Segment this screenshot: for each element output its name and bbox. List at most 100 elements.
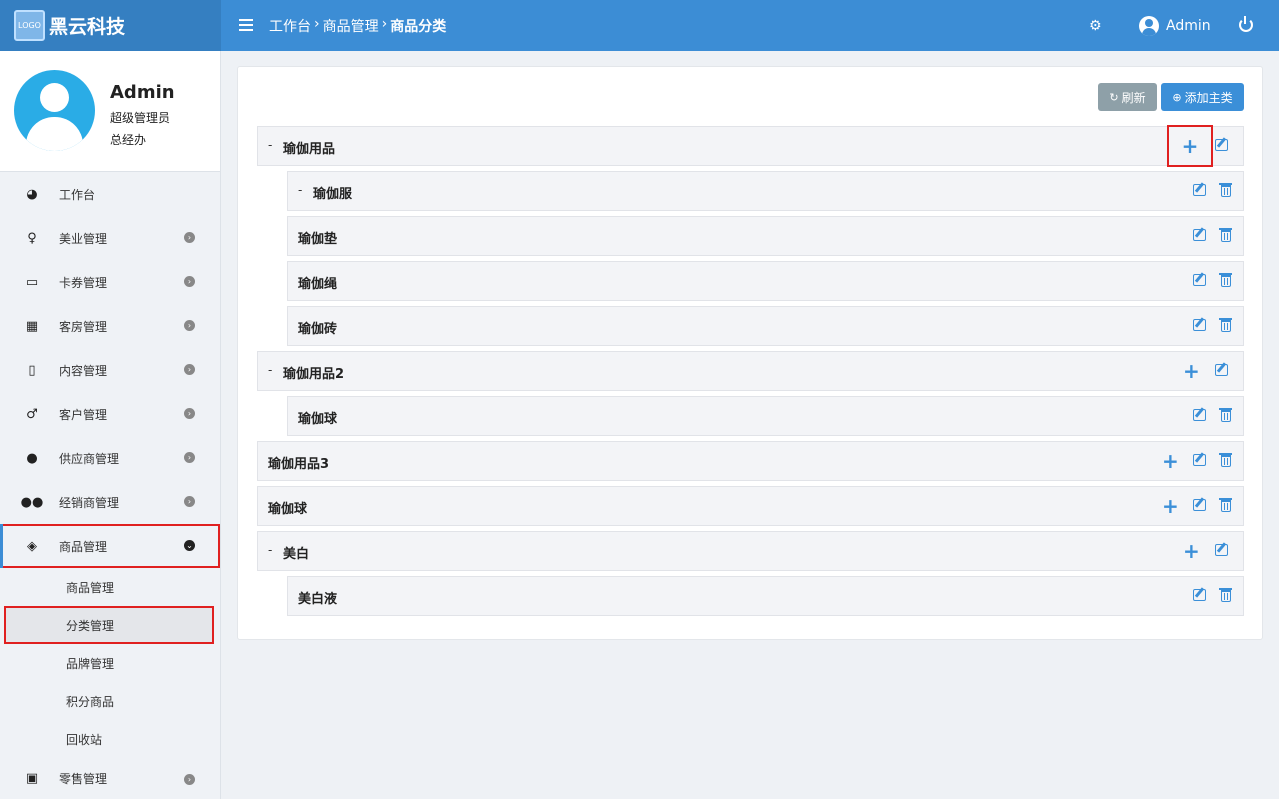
edit-icon[interactable] — [1191, 318, 1207, 334]
edit-icon[interactable] — [1191, 408, 1207, 424]
category-label: 瑜伽用品3 — [268, 457, 330, 472]
submenu-item-brands[interactable]: 品牌管理 — [0, 644, 220, 682]
edit-icon[interactable] — [1191, 498, 1207, 514]
category-label: 美白液 — [298, 592, 338, 607]
edit-icon[interactable] — [1191, 228, 1207, 244]
sidebar-item-label: 客房管理 — [59, 319, 108, 334]
category-row: 瑜伽球 + — [257, 486, 1244, 526]
trash-icon[interactable] — [1218, 408, 1234, 424]
submenu-item-points-products[interactable]: 积分商品 — [0, 682, 220, 720]
sidebar-item-label: 经销商管理 — [59, 495, 120, 510]
trash-icon[interactable] — [1218, 228, 1234, 244]
sidebar-item-content[interactable]: ▯ 内容管理 › — [0, 348, 220, 392]
cubes-icon: ◈ — [27, 538, 37, 554]
breadcrumb-separator: › — [381, 16, 388, 32]
sidebar-item-dashboard[interactable]: ◕ 工作台 — [0, 172, 220, 216]
add-subcategory-icon[interactable]: + — [1162, 496, 1179, 516]
add-subcategory-icon[interactable]: + — [1183, 541, 1200, 561]
file-icon: ▯ — [28, 362, 36, 378]
dashboard-icon: ◕ — [26, 186, 38, 202]
profile-card: Admin 超级管理员 总经办 — [0, 51, 220, 172]
breadcrumb-item[interactable]: 商品管理 — [323, 16, 379, 36]
breadcrumb-item[interactable]: 工作台 — [269, 16, 311, 36]
sidebar-nav: ◕ 工作台 ♀ 美业管理 › ▭ 卡券管理 › ▦ 客房管理 › ▯ 内容管理 … — [0, 172, 220, 798]
brand[interactable]: LOGO 黑云科技 — [0, 0, 221, 51]
category-row: - 美白 + — [257, 531, 1244, 571]
sidebar-item-label: 内容管理 — [59, 363, 108, 378]
sidebar-item-beauty[interactable]: ♀ 美业管理 › — [0, 216, 220, 260]
refresh-button[interactable]: ↻ 刷新 — [1098, 83, 1157, 111]
sidebar-item-label: 商品管理 — [59, 539, 108, 554]
add-main-category-button[interactable]: ⊕ 添加主类 — [1161, 83, 1244, 111]
menu-toggle-icon[interactable] — [239, 17, 253, 33]
sidebar-item-products[interactable]: ◈ 商品管理 ⌄ — [0, 524, 220, 568]
category-label: 瑜伽砖 — [298, 322, 338, 337]
edit-icon[interactable] — [1191, 273, 1207, 289]
trash-icon[interactable] — [1218, 453, 1234, 469]
chevron-right-icon: › — [184, 452, 195, 463]
category-label: 瑜伽用品 — [283, 142, 336, 157]
profile-name: Admin — [110, 82, 175, 103]
category-row: - 瑜伽服 — [287, 171, 1244, 211]
category-row: - 瑜伽用品 + — [257, 125, 1244, 167]
trash-icon[interactable] — [1218, 183, 1234, 199]
sidebar: Admin 超级管理员 总经办 ◕ 工作台 ♀ 美业管理 › ▭ 卡券管理 › … — [0, 51, 221, 799]
submenu-item-recycle-bin[interactable]: 回收站 — [0, 720, 220, 758]
user-avatar-icon — [1139, 16, 1159, 36]
user-icon: ● — [26, 450, 38, 466]
trash-icon[interactable] — [1218, 318, 1234, 334]
sidebar-item-suppliers[interactable]: ● 供应商管理 › — [0, 436, 220, 480]
chevron-right-icon: › — [184, 232, 195, 243]
collapse-toggle[interactable]: - — [268, 138, 272, 152]
edit-icon[interactable] — [1191, 588, 1207, 604]
sidebar-item-label: 工作台 — [59, 187, 96, 202]
user-name: Admin — [1166, 18, 1211, 34]
edit-icon[interactable] — [1213, 363, 1229, 379]
credit-card-icon: ▭ — [25, 274, 39, 290]
sidebar-item-coupons[interactable]: ▭ 卡券管理 › — [0, 260, 220, 304]
sidebar-item-rooms[interactable]: ▦ 客房管理 › — [0, 304, 220, 348]
category-panel: ↻ 刷新 ⊕ 添加主类 - 瑜伽用品 + - 瑜伽服 瑜伽垫 瑜伽绳 瑜伽砖 -… — [237, 66, 1263, 640]
collapse-toggle[interactable]: - — [268, 543, 272, 557]
add-subcategory-icon[interactable]: + — [1167, 125, 1213, 167]
submenu-item-categories[interactable]: 分类管理 — [4, 606, 214, 644]
sidebar-item-label: 客户管理 — [59, 407, 108, 422]
edit-icon[interactable] — [1191, 453, 1207, 469]
category-row: 瑜伽球 — [287, 396, 1244, 436]
breadcrumb-current: 商品分类 — [390, 19, 447, 35]
top-bar: LOGO 黑云科技 工作台 › 商品管理 › 商品分类 ⚙ Admin — [0, 0, 1279, 51]
sidebar-item-customers[interactable]: ♂ 客户管理 › — [0, 392, 220, 436]
category-label: 美白 — [283, 547, 310, 562]
brand-logo: LOGO — [14, 10, 45, 41]
add-subcategory-icon[interactable]: + — [1183, 361, 1200, 381]
trash-icon[interactable] — [1218, 498, 1234, 514]
collapse-toggle[interactable]: - — [268, 363, 272, 377]
category-label: 瑜伽用品2 — [283, 367, 345, 382]
category-row: 瑜伽用品3 + — [257, 441, 1244, 481]
edit-icon[interactable] — [1213, 543, 1229, 559]
trash-icon[interactable] — [1218, 588, 1234, 604]
user-menu[interactable]: Admin — [1139, 16, 1211, 36]
sidebar-item-retail[interactable]: ▣ 零售管理 › — [0, 758, 220, 798]
edit-icon[interactable] — [1191, 183, 1207, 199]
sidebar-item-label: 卡券管理 — [59, 275, 108, 290]
category-row: - 瑜伽用品2 + — [257, 351, 1244, 391]
female-icon: ♀ — [27, 230, 37, 246]
trash-icon[interactable] — [1218, 273, 1234, 289]
category-label: 瑜伽球 — [268, 502, 308, 517]
gear-icon[interactable]: ⚙ — [1089, 19, 1103, 33]
power-icon[interactable] — [1239, 16, 1253, 32]
add-subcategory-icon[interactable]: + — [1162, 451, 1179, 471]
category-row: 瑜伽垫 — [287, 216, 1244, 256]
category-label: 瑜伽绳 — [298, 277, 338, 292]
category-label: 瑜伽球 — [298, 412, 338, 427]
chevron-right-icon: › — [184, 320, 195, 331]
category-label: 瑜伽垫 — [298, 232, 338, 247]
sidebar-item-dealers[interactable]: ●● 经销商管理 › — [0, 480, 220, 524]
collapse-toggle[interactable]: - — [298, 183, 302, 197]
edit-icon[interactable] — [1213, 138, 1229, 154]
submenu-item-product-list[interactable]: 商品管理 — [0, 568, 220, 606]
users-icon: ●● — [20, 494, 44, 510]
chevron-right-icon: › — [184, 774, 195, 785]
category-row: 瑜伽砖 — [287, 306, 1244, 346]
